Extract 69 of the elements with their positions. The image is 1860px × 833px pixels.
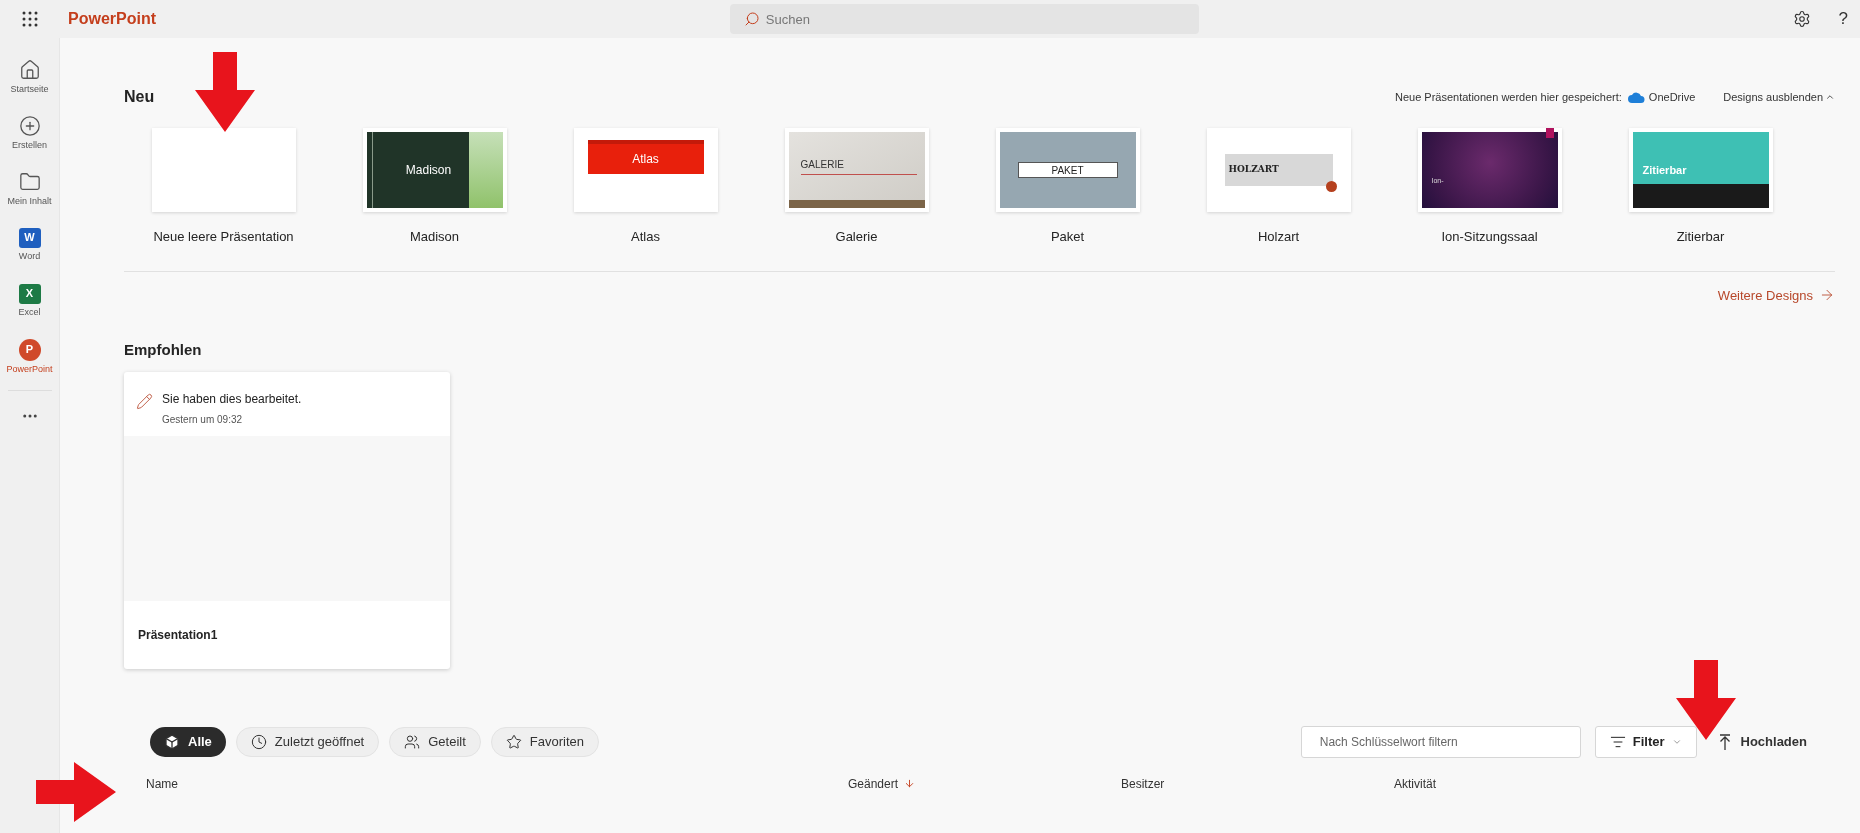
word-icon: W [18,227,41,248]
template-thumbnail[interactable] [151,128,296,212]
star-icon [505,733,522,750]
onedrive-label: OneDrive [1648,89,1696,105]
powerpoint-icon: P [18,338,41,361]
more-designs-link[interactable]: Weitere Designs [1717,285,1835,305]
hide-designs-button[interactable]: Designs ausblenden [1723,88,1835,106]
app-launcher-icon[interactable] [22,11,38,27]
pencil-icon [136,392,153,410]
template-name[interactable]: Neue leere Präsentation [153,227,294,247]
slide-title: PAKET [1051,163,1084,178]
slide-title: GALERIE [800,157,917,175]
template-thumbnail[interactable]: Madison [362,128,507,212]
slide-title: HOLZART [1228,163,1279,177]
upload-icon [1718,733,1731,750]
slide-title: Atlas [632,151,659,168]
sidebar-item[interactable]: W Word [0,216,59,272]
sort-arrow-icon [904,778,916,789]
template-name[interactable]: Ion-Sitzungssaal [1441,227,1538,247]
upload-button[interactable]: Hochladen [1718,729,1807,754]
sidebar-item[interactable]: Erstellen [0,104,59,160]
search-icon [743,11,760,27]
app-title: PowerPoint [68,9,156,29]
sidebar-item[interactable]: Mein Inhalt [0,160,59,216]
sidebar-item[interactable]: P PowerPoint [0,328,59,384]
filter-pill[interactable]: Favoriten [490,726,599,757]
clock-icon [250,733,267,750]
column-header[interactable]: Aktivität [1394,774,1436,793]
slide-title: Madison [405,162,452,179]
cube-icon [164,733,180,750]
template-name[interactable]: Zitierbar [1676,227,1725,247]
template-name[interactable]: Atlas [631,227,660,247]
chevron-up-icon [1825,92,1835,102]
filter-pill[interactable]: Geteilt [389,726,481,757]
column-header[interactable]: Name [146,774,178,793]
bookmark-icon [1545,128,1554,138]
template-thumbnail[interactable]: GALERIE [784,128,929,212]
column-header[interactable]: Besitzer [1121,774,1165,793]
template-thumbnail[interactable]: Atlas [573,128,718,212]
save-location-note: Neue Präsentationen werden hier gespeichert: [1394,89,1622,105]
template-name[interactable]: Holzart [1257,227,1300,247]
activity-time: Gestern um 09:32 [162,412,244,427]
template-thumbnail[interactable]: HOLZART [1206,128,1351,212]
section-title: Empfohlen [124,340,203,360]
file-name: Präsentation1 [138,626,218,644]
cloud-icon [1627,91,1645,103]
template-thumbnail[interactable]: PAKET [995,128,1140,212]
people-icon [404,733,421,750]
sidebar-item[interactable]: Startseite [0,48,59,104]
filter-button[interactable]: Filter [1594,725,1697,758]
settings-icon[interactable] [1792,10,1811,28]
excel-icon: X [18,283,41,304]
template-name[interactable]: Galerie [835,227,878,247]
folder-icon [18,170,41,193]
plus-icon [18,114,41,137]
home-icon [18,58,41,81]
activity-text: Sie haben dies bearbeitet. [162,390,302,408]
template-name[interactable]: Paket [1050,227,1085,247]
template-name[interactable]: Madison [409,227,460,247]
keyword-filter-field[interactable]: Nach Schlüsselwort filtern [1300,725,1581,758]
slide-title: Zitierbar [1642,162,1687,178]
file-card[interactable]: Sie haben dies bearbeitet. Gestern um 09:32 Präsentation1 [124,371,450,669]
section-title: Neu [124,87,155,107]
column-header[interactable]: Geändert [848,774,899,793]
filter-pill[interactable]: Alle [150,726,226,757]
help-button[interactable]: ? [1838,6,1848,32]
sidebar-item[interactable]: X Excel [0,272,59,328]
search-field[interactable]: Suchen [729,4,1199,34]
filter-pill[interactable]: Zuletzt geöffnet [235,726,380,757]
